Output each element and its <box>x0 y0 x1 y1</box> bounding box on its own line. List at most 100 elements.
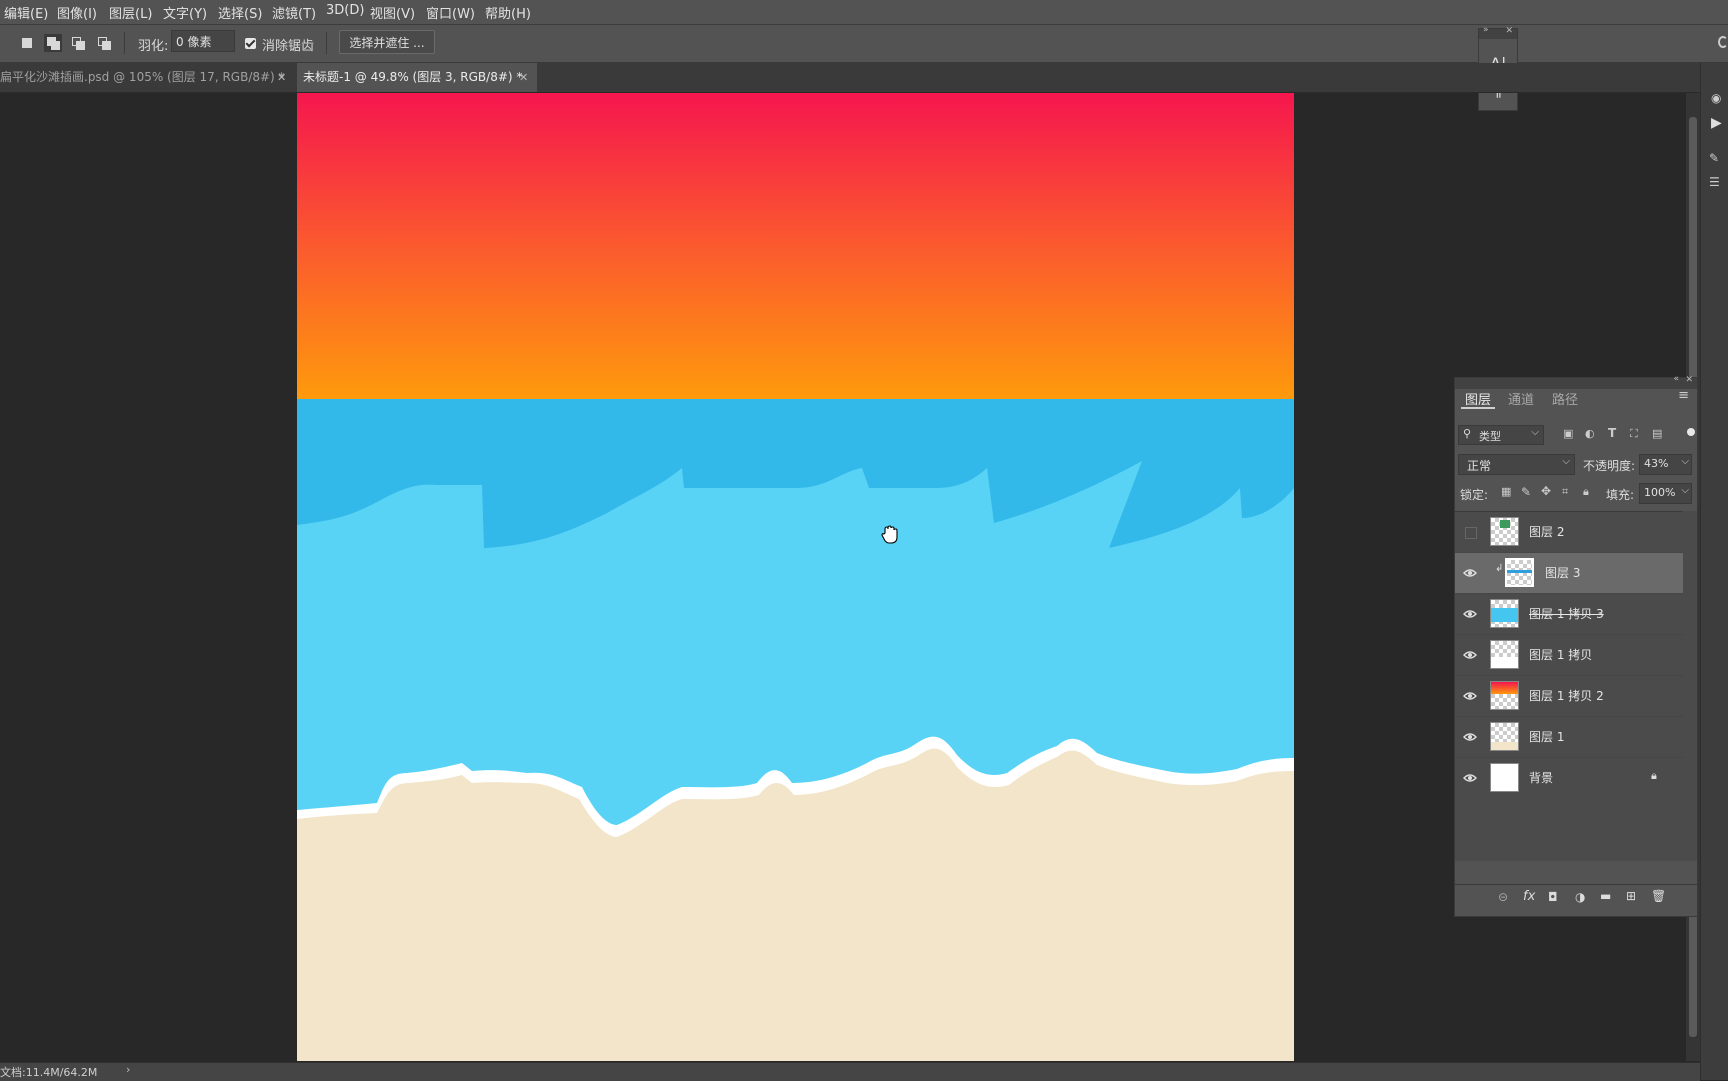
adjustment-filter-icon[interactable]: ◐ <box>1585 427 1595 440</box>
menu-help[interactable]: 帮助(H) <box>485 3 531 22</box>
tab-paths[interactable]: 路径 <box>1552 389 1578 408</box>
options-bar: 羽化: 0 像素 消除锯齿 选择并遮住 ... <box>0 25 1728 63</box>
adjustment-layer-icon[interactable]: ◑ <box>1575 890 1585 904</box>
layer-row[interactable]: 图层 1 拷贝 3 <box>1455 594 1683 635</box>
close-icon[interactable]: ✕ <box>277 63 286 92</box>
pixel-filter-icon[interactable]: ▣ <box>1563 427 1573 440</box>
lock-transparency-icon[interactable]: ▦ <box>1501 485 1511 498</box>
opacity-label: 不透明度: <box>1583 459 1636 473</box>
new-layer-icon[interactable]: ⊞ <box>1626 889 1636 903</box>
tab-layers[interactable]: 图层 <box>1465 389 1491 408</box>
search-icon[interactable] <box>1718 36 1728 48</box>
layer-name[interactable]: 图层 1 拷贝 2 <box>1529 687 1604 704</box>
lock-pixels-icon[interactable]: ✎ <box>1521 485 1531 499</box>
fill-input[interactable]: 100% ⌵ <box>1639 483 1692 504</box>
lock-artboard-icon[interactable]: ⌗ <box>1562 485 1568 499</box>
lock-all-icon[interactable]: 🔒︎ <box>1583 485 1589 499</box>
layer-thumbnail <box>1490 517 1519 546</box>
subtract-selection-button[interactable] <box>71 36 85 50</box>
lock-position-icon[interactable]: ✥ <box>1541 484 1551 498</box>
close-icon[interactable]: ✕ <box>519 63 528 92</box>
feather-input[interactable]: 0 像素 <box>171 30 235 52</box>
add-mask-icon[interactable]: ◘ <box>1548 890 1558 904</box>
visibility-toggle[interactable] <box>1465 527 1477 539</box>
trash-icon[interactable]: 🗑︎ <box>1651 889 1666 903</box>
opacity-input[interactable]: 43% ⌵ <box>1639 454 1692 475</box>
intersect-selection-button[interactable] <box>97 36 111 50</box>
eye-icon[interactable] <box>1463 730 1477 744</box>
blend-mode-value: 正常 <box>1467 459 1492 473</box>
layer-row[interactable]: 图层 1 <box>1455 717 1683 758</box>
menu-layer[interactable]: 图层(L) <box>109 3 152 22</box>
eye-icon[interactable] <box>1463 689 1477 703</box>
status-bar: 文档:11.4M/64.2M › <box>0 1062 1700 1081</box>
layer-name[interactable]: 图层 1 拷贝 <box>1529 646 1592 663</box>
collapse-icon[interactable]: « <box>1673 374 1679 384</box>
brush-settings-icon[interactable]: ✎ <box>1709 151 1719 165</box>
document-canvas[interactable] <box>297 93 1294 1061</box>
shape-filter-icon[interactable]: ⛶ <box>1630 427 1638 441</box>
layer-name[interactable]: 图层 3 <box>1545 564 1580 581</box>
sand <box>297 748 1294 1061</box>
menu-image[interactable]: 图像(I) <box>57 3 97 22</box>
filter-kind-select[interactable]: ⚲ 类型 ⌵ <box>1458 425 1544 445</box>
tab-document-2[interactable]: 未标题-1 @ 49.8% (图层 3, RGB/8#) * ✕ <box>297 63 537 92</box>
eye-icon[interactable] <box>1463 771 1477 785</box>
menu-filter[interactable]: 滤镜(T) <box>272 3 316 22</box>
menu-view[interactable]: 视图(V) <box>370 3 415 22</box>
layers-panel: « ✕ 图层 通道 路径 ≡ ⚲ 类型 ⌵ ▣ ◐ T ⛶ ▤ 正常 ⌵ 不透明… <box>1454 374 1698 917</box>
layer-row[interactable]: 背景 🔒︎ <box>1455 758 1683 799</box>
search-icon: ⚲ <box>1463 427 1472 440</box>
history-icon[interactable]: ◉ <box>1711 91 1721 105</box>
menu-window[interactable]: 窗口(W) <box>426 3 475 22</box>
panel-header: « ✕ <box>1455 374 1697 389</box>
feather-label: 羽化: <box>138 39 169 54</box>
status-menu-arrow-icon[interactable]: › <box>126 1063 130 1076</box>
fx-icon[interactable]: fx <box>1523 889 1535 904</box>
opacity-value: 43% <box>1644 457 1669 470</box>
close-icon[interactable]: ✕ <box>1685 375 1693 385</box>
type-filter-icon[interactable]: T <box>1608 426 1616 440</box>
smart-object-filter-icon[interactable]: ▤ <box>1652 427 1662 440</box>
antialias-checkbox[interactable] <box>245 38 256 49</box>
active-tab-underline <box>1461 407 1495 409</box>
layer-row[interactable]: 图层 1 拷贝 2 <box>1455 676 1683 717</box>
layer-thumbnail <box>1490 599 1519 628</box>
new-group-icon[interactable]: ▬ <box>1600 889 1611 903</box>
filter-toggle-icon[interactable] <box>1687 428 1695 436</box>
panel-menu-icon[interactable]: ≡ <box>1678 388 1689 403</box>
document-size: 文档:11.4M/64.2M <box>0 1066 98 1079</box>
layer-name[interactable]: 图层 1 <box>1529 728 1564 745</box>
eye-icon[interactable] <box>1463 607 1477 621</box>
layer-name[interactable]: 背景 <box>1529 769 1553 786</box>
link-layers-icon[interactable]: ⊝ <box>1498 890 1508 904</box>
new-selection-button[interactable] <box>20 36 34 50</box>
eye-icon[interactable] <box>1463 648 1477 662</box>
tab-channels[interactable]: 通道 <box>1508 389 1534 408</box>
hand-cursor-icon <box>881 525 898 544</box>
fill-value: 100% <box>1644 486 1676 499</box>
menu-bar: 编辑(E) 图像(I) 图层(L) 文字(Y) 选择(S) 滤镜(T) 3D(D… <box>0 0 1728 25</box>
layer-row[interactable]: 图层 1 拷贝 <box>1455 635 1683 676</box>
layer-thumbnail <box>1490 763 1519 792</box>
menu-select[interactable]: 选择(S) <box>218 3 262 22</box>
menu-type[interactable]: 文字(Y) <box>163 3 207 22</box>
eye-icon[interactable] <box>1463 566 1477 580</box>
layer-row[interactable]: 图层 2 <box>1455 512 1683 553</box>
layer-name[interactable]: 图层 1 拷贝 3 <box>1529 605 1604 622</box>
layer-row-selected[interactable]: ↲ 图层 3 <box>1455 553 1683 594</box>
layer-list-scrollbar[interactable] <box>1683 511 1697 861</box>
actions-play-icon[interactable]: ▶ <box>1711 115 1722 131</box>
layer-thumbnail <box>1490 681 1519 710</box>
layer-name[interactable]: 图层 2 <box>1529 523 1564 540</box>
right-panel-dock: ◉ ▶ ✎ ☰ <box>1700 63 1728 1080</box>
menu-edit[interactable]: 编辑(E) <box>4 3 48 22</box>
add-selection-button[interactable] <box>44 34 62 52</box>
select-and-mask-button[interactable]: 选择并遮住 ... <box>339 30 435 54</box>
adjustments-icon[interactable]: ☰ <box>1709 175 1720 189</box>
collapse-icon[interactable]: » <box>1483 25 1489 35</box>
blend-mode-select[interactable]: 正常 ⌵ <box>1458 454 1575 475</box>
close-icon[interactable]: ✕ <box>1505 26 1513 36</box>
menu-3d[interactable]: 3D(D) <box>326 3 364 18</box>
tab-document-1[interactable]: 扁平化沙滩插画.psd @ 105% (图层 17, RGB/8#) * ✕ <box>0 63 295 92</box>
